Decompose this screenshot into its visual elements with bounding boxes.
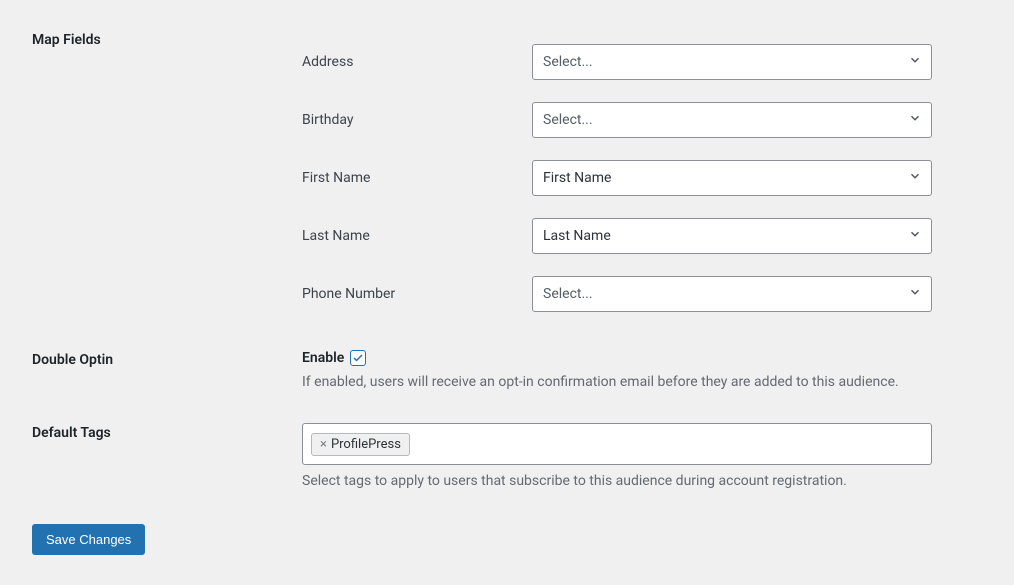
save-changes-button[interactable]: Save Changes xyxy=(32,524,145,555)
tag-profilepress: × ProfilePress xyxy=(311,433,410,456)
last-name-select[interactable]: Last Name xyxy=(532,218,932,254)
phone-number-label: Phone Number xyxy=(302,286,532,302)
birthday-label: Birthday xyxy=(302,112,532,128)
phone-number-select[interactable]: Select... xyxy=(532,276,932,312)
enable-checkbox[interactable] xyxy=(350,350,366,366)
field-row-first-name: First Name First Name xyxy=(302,160,962,196)
tag-label: ProfilePress xyxy=(331,437,401,452)
enable-label: Enable xyxy=(302,350,344,366)
birthday-select[interactable]: Select... xyxy=(532,102,932,138)
map-fields-label: Map Fields xyxy=(32,32,101,48)
first-name-select-value: First Name xyxy=(543,170,611,186)
birthday-select-value: Select... xyxy=(543,112,593,128)
tag-remove-icon[interactable]: × xyxy=(320,438,327,451)
checkmark-icon xyxy=(352,352,364,364)
last-name-label: Last Name xyxy=(302,228,532,244)
first-name-select[interactable]: First Name xyxy=(532,160,932,196)
address-label: Address xyxy=(302,54,532,70)
field-row-address: Address Select... xyxy=(302,44,962,80)
first-name-label: First Name xyxy=(302,170,532,186)
address-select-value: Select... xyxy=(543,54,593,70)
field-row-phone-number: Phone Number Select... xyxy=(302,276,962,312)
last-name-select-value: Last Name xyxy=(543,228,611,244)
default-tags-help: Select tags to apply to users that subsc… xyxy=(302,471,932,492)
field-row-birthday: Birthday Select... xyxy=(302,102,962,138)
address-select[interactable]: Select... xyxy=(532,44,932,80)
phone-number-select-value: Select... xyxy=(543,286,593,302)
double-optin-help: If enabled, users will receive an opt-in… xyxy=(302,372,962,393)
default-tags-input[interactable]: × ProfilePress xyxy=(302,423,932,465)
default-tags-label: Default Tags xyxy=(32,425,111,441)
double-optin-label: Double Optin xyxy=(32,352,113,368)
field-row-last-name: Last Name Last Name xyxy=(302,218,962,254)
